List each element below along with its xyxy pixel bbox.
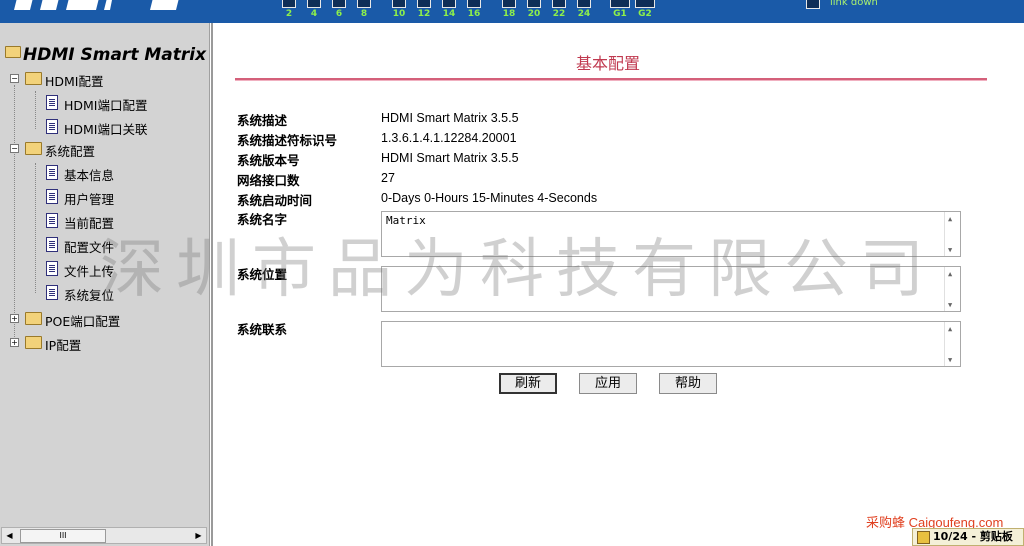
tree-connector <box>14 85 15 345</box>
port-indicator: 16 <box>466 0 482 22</box>
tree-group-hdmi-config[interactable]: − HDMI配置 <box>10 71 104 90</box>
textarea-scrollbar[interactable]: ▲ ▼ <box>944 322 960 366</box>
field-label-system-version: 系统版本号 <box>237 153 300 168</box>
port-indicator: 12 <box>416 0 432 22</box>
scroll-left-icon[interactable]: ◀ <box>2 528 17 543</box>
scroll-down-icon[interactable]: ▼ <box>948 246 952 254</box>
tree-group-ip-config[interactable]: + IP配置 <box>10 335 81 354</box>
collapse-icon[interactable]: − <box>10 144 19 153</box>
port-indicator: 18 <box>501 0 517 22</box>
scroll-down-icon[interactable]: ▼ <box>948 301 952 309</box>
top-banner: 2 4 6 8 10 12 14 16 18 20 22 24 G1 G2 li… <box>0 0 1024 23</box>
field-label-system-contact: 系统联系 <box>237 322 288 337</box>
tree-item-config-file[interactable]: 配置文件 <box>46 237 114 256</box>
tree-item-current-config[interactable]: 当前配置 <box>46 213 114 232</box>
expand-icon[interactable]: + <box>10 338 19 347</box>
clipboard-text: 10/24 - 剪贴板 <box>933 530 1013 543</box>
port-indicator: 8 <box>356 0 372 22</box>
help-button[interactable]: 帮助 <box>659 373 717 394</box>
sidebar-tree: HDMI Smart Matrix − HDMI配置 HDMI端口配置 HDMI… <box>0 23 210 546</box>
tree-item-file-upload[interactable]: 文件上传 <box>46 261 114 280</box>
scroll-up-icon[interactable]: ▲ <box>948 215 952 223</box>
document-icon <box>46 119 58 134</box>
brand-logo <box>14 0 179 10</box>
port-indicator: 20 <box>526 0 542 22</box>
port-indicator: 4 <box>306 0 322 22</box>
system-location-textarea[interactable]: ▲ ▼ <box>381 266 961 312</box>
open-folder-icon <box>25 142 42 155</box>
tree-group-system-config[interactable]: − 系统配置 <box>10 141 95 160</box>
field-label-uptime: 系统启动时间 <box>237 193 313 208</box>
port-indicator: 14 <box>441 0 457 22</box>
textarea-scrollbar[interactable]: ▲ ▼ <box>944 212 960 256</box>
tree-item-hdmi-port-link[interactable]: HDMI端口关联 <box>46 119 148 138</box>
system-name-value: Matrix <box>386 214 426 227</box>
port-indicator: 10 <box>391 0 407 22</box>
expand-icon[interactable]: + <box>10 314 19 323</box>
textarea-scrollbar[interactable]: ▲ ▼ <box>944 267 960 311</box>
main-panel: 基本配置 系统描述 HDMI Smart Matrix 3.5.5 系统描述符标… <box>211 23 1024 546</box>
link-status-text: link down <box>830 0 878 8</box>
field-value-system-oid: 1.3.6.1.4.1.12284.20001 <box>381 131 517 145</box>
port-indicator: 24 <box>576 0 592 22</box>
tree-item-hdmi-port-config[interactable]: HDMI端口配置 <box>46 95 148 114</box>
field-label-system-description: 系统描述 <box>237 113 288 128</box>
link-status-icon <box>806 0 820 9</box>
title-divider <box>235 78 987 81</box>
system-name-textarea[interactable]: Matrix ▲ ▼ <box>381 211 961 257</box>
folder-icon <box>25 336 42 349</box>
field-value-system-description: HDMI Smart Matrix 3.5.5 <box>381 111 519 125</box>
document-icon <box>46 285 58 300</box>
document-icon <box>46 261 58 276</box>
document-icon <box>46 237 58 252</box>
scrollbar-thumb[interactable]: III <box>20 529 106 543</box>
folder-icon <box>25 312 42 325</box>
scroll-up-icon[interactable]: ▲ <box>948 270 952 278</box>
tree-connector <box>35 91 36 129</box>
document-icon <box>46 95 58 110</box>
field-label-system-oid: 系统描述符标识号 <box>237 133 338 148</box>
tree-connector <box>35 163 36 293</box>
port-indicator: G1 <box>608 0 632 22</box>
field-value-uptime: 0-Days 0-Hours 15-Minutes 4-Seconds <box>381 191 598 205</box>
sidebar-horizontal-scrollbar[interactable]: ◀ III ▶ <box>1 527 207 544</box>
document-icon <box>46 189 58 204</box>
port-indicator: 22 <box>551 0 567 22</box>
field-value-system-version: HDMI Smart Matrix 3.5.5 <box>381 151 519 165</box>
port-indicator: 2 <box>281 0 297 22</box>
tree-group-poe-config[interactable]: + POE端口配置 <box>10 311 120 330</box>
open-folder-icon <box>25 72 42 85</box>
tree-root[interactable]: HDMI Smart Matrix <box>5 45 206 65</box>
document-icon <box>46 213 58 228</box>
port-indicator: 6 <box>331 0 347 22</box>
port-indicator: G2 <box>633 0 657 22</box>
tree-item-user-management[interactable]: 用户管理 <box>46 189 114 208</box>
field-label-system-name: 系统名字 <box>237 212 288 227</box>
page-title: 基本配置 <box>575 54 640 73</box>
collapse-icon[interactable]: − <box>10 74 19 83</box>
field-label-interface-count: 网络接口数 <box>237 173 300 188</box>
tree-item-basic-info[interactable]: 基本信息 <box>46 165 114 184</box>
refresh-button[interactable]: 刷新 <box>499 373 557 394</box>
clipboard-indicator[interactable]: 10/24 - 剪贴板 <box>912 528 1024 546</box>
clipboard-icon <box>917 531 930 544</box>
system-contact-textarea[interactable]: ▲ ▼ <box>381 321 961 367</box>
scroll-right-icon[interactable]: ▶ <box>191 528 206 543</box>
document-icon <box>46 165 58 180</box>
field-label-system-location: 系统位置 <box>237 267 288 282</box>
field-value-interface-count: 27 <box>381 171 395 185</box>
tree-item-system-reset[interactable]: 系统复位 <box>46 285 114 304</box>
scroll-up-icon[interactable]: ▲ <box>948 325 952 333</box>
apply-button[interactable]: 应用 <box>579 373 637 394</box>
scroll-down-icon[interactable]: ▼ <box>948 356 952 364</box>
